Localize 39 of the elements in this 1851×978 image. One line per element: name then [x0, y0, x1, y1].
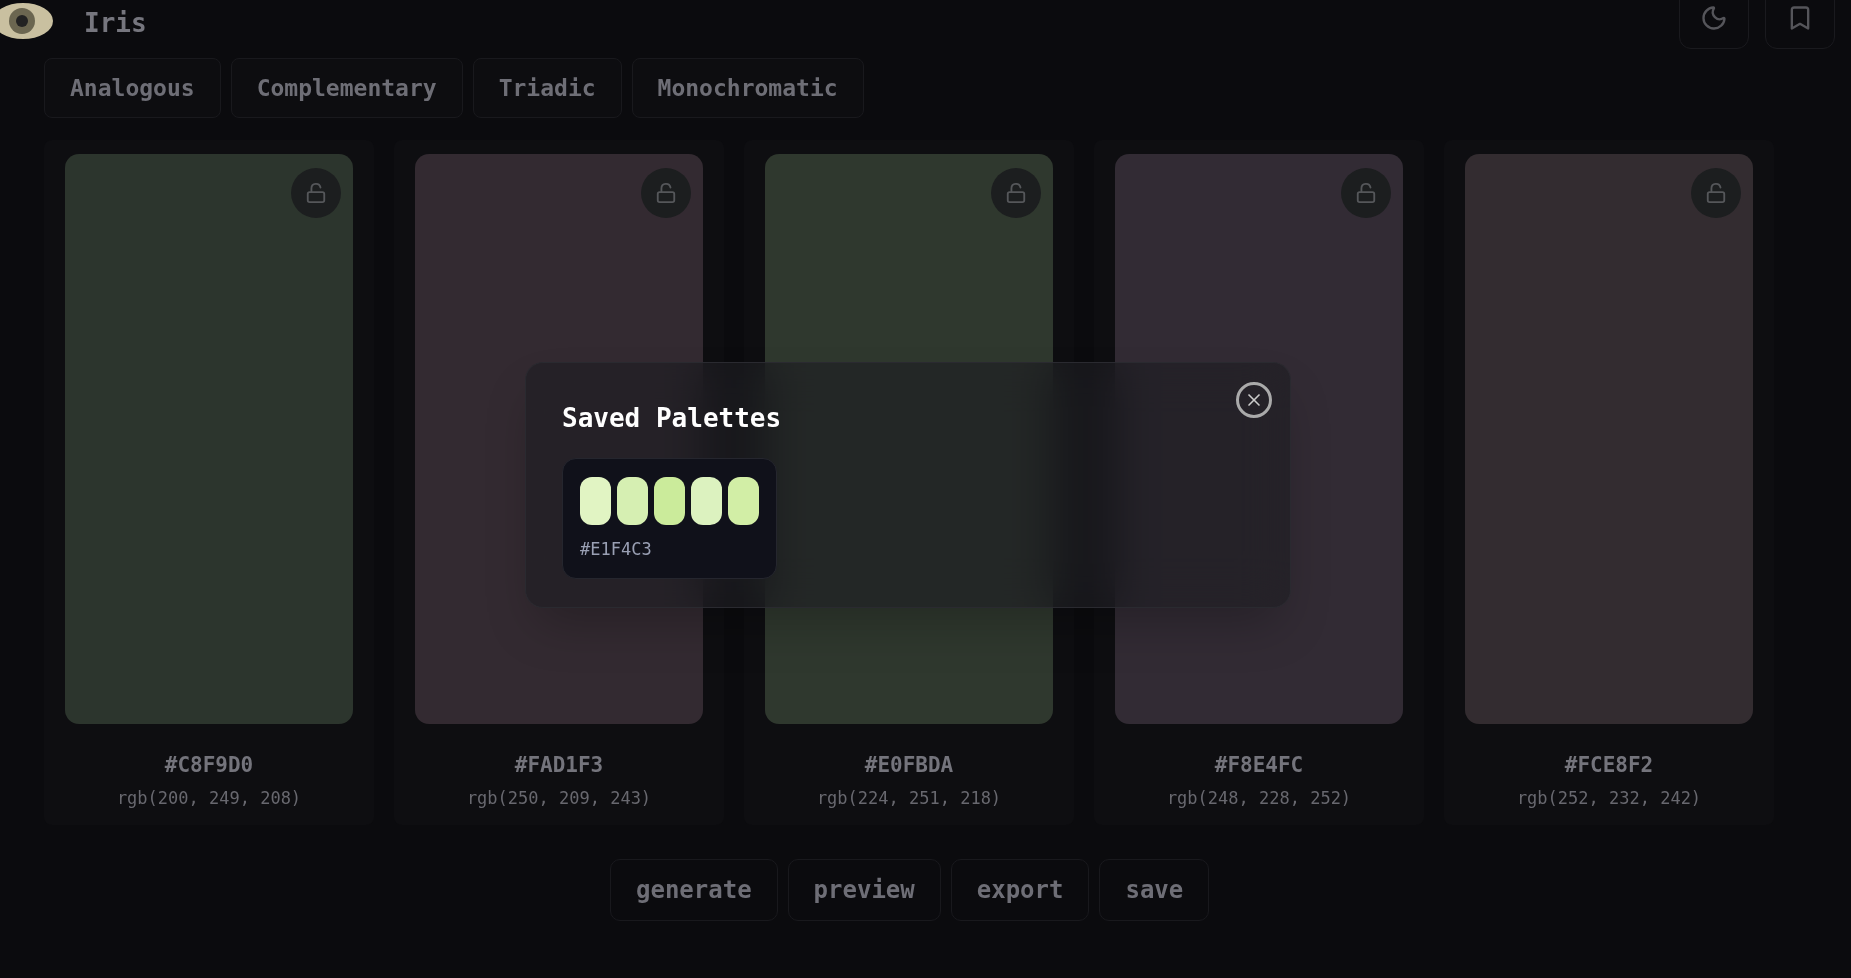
lock-icon: [1355, 182, 1377, 204]
lock-icon: [1005, 182, 1027, 204]
color-swatch[interactable]: [65, 154, 353, 724]
hex-code: #FCE8F2: [1564, 752, 1654, 779]
hex-code: #F8E4FC: [1214, 752, 1304, 779]
hex-code: #FAD1F3: [514, 752, 604, 779]
scheme-tab[interactable]: Complementary: [230, 58, 463, 118]
hex-code: #E0FBDA: [864, 752, 954, 779]
action-button[interactable]: generate: [610, 859, 778, 921]
color-swatch[interactable]: [1115, 154, 1403, 724]
rgb-value: rgb(250, 209, 243): [466, 786, 652, 810]
app-title: Iris: [84, 6, 147, 40]
scheme-tab[interactable]: Monochromatic: [631, 58, 864, 118]
lock-button[interactable]: [1341, 168, 1391, 218]
lock-button[interactable]: [291, 168, 341, 218]
lock-button[interactable]: [991, 168, 1041, 218]
bookmark-button[interactable]: [1765, 0, 1835, 49]
moon-icon: [1700, 4, 1728, 32]
action-button[interactable]: export: [950, 859, 1090, 921]
lock-button[interactable]: [641, 168, 691, 218]
palette-label: #E1F4C3: [580, 538, 653, 561]
saved-palette-card[interactable]: #E1F4C3: [562, 458, 777, 579]
rgb-value: rgb(252, 232, 242): [1516, 786, 1702, 810]
action-button[interactable]: save: [1099, 859, 1210, 921]
scheme-tab[interactable]: Triadic: [472, 58, 622, 118]
action-button[interactable]: preview: [787, 859, 941, 921]
scheme-tab[interactable]: Analogous: [44, 58, 221, 118]
lock-icon: [655, 182, 677, 204]
close-button[interactable]: [1236, 382, 1272, 418]
hex-code: #C8F9D0: [164, 752, 254, 779]
modal-title: Saved Palettes: [562, 402, 783, 435]
theme-toggle-button[interactable]: [1679, 0, 1749, 49]
rgb-value: rgb(200, 249, 208): [116, 786, 302, 810]
rgb-value: rgb(224, 251, 218): [816, 786, 1002, 810]
lock-button[interactable]: [1691, 168, 1741, 218]
lock-icon: [1705, 182, 1727, 204]
color-swatch[interactable]: [1465, 154, 1753, 724]
rgb-value: rgb(248, 228, 252): [1166, 786, 1352, 810]
lock-icon: [305, 182, 327, 204]
